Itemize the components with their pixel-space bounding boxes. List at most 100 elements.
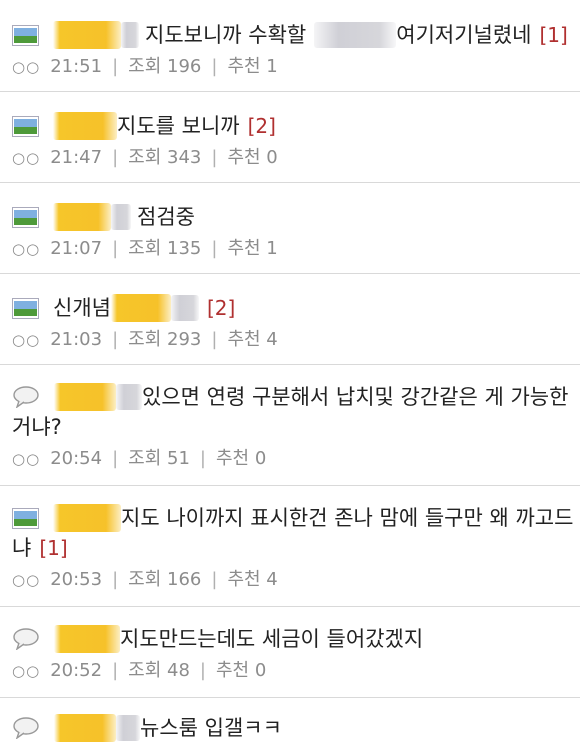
status-dots: ○○ xyxy=(12,240,41,258)
blurred-nickname xyxy=(53,504,121,532)
list-item[interactable]: 지도만드는데도 세금이 들어갔겠지 ○○ 20:52 | 조회 48 | 추천 … xyxy=(0,608,580,698)
speech-bubble-icon xyxy=(12,717,40,740)
image-icon xyxy=(12,24,39,46)
image-icon xyxy=(12,507,39,529)
views-count: 196 xyxy=(167,56,202,77)
post-title-line-2[interactable]: 냐 [1] xyxy=(12,533,580,563)
post-title-continued[interactable]: 냐 xyxy=(12,533,31,563)
list-item[interactable]: 지도보니까 수확할 여기저기널렸네 [1] ○○ 21:51 | 조회 196 … xyxy=(0,0,580,92)
post-title-line[interactable]: 지도만드는데도 세금이 들어갔겠지 xyxy=(12,624,580,654)
blurred-nickname xyxy=(54,625,120,653)
blurred-nickname xyxy=(53,21,121,49)
blurred-nickname xyxy=(53,112,117,140)
post-time: 21:51 xyxy=(50,56,103,77)
status-dots: ○○ xyxy=(12,331,41,349)
post-time: 20:53 xyxy=(50,569,103,590)
list-item[interactable]: 뉴스룸 입갤ㅋㅋ xyxy=(0,699,580,753)
views-count: 293 xyxy=(167,329,202,350)
post-title-continued[interactable]: 거냐? xyxy=(12,412,62,442)
blurred-text xyxy=(121,22,139,48)
post-title[interactable]: 지도 나이까지 표시한건 존나 맘에 들구만 왜 까고드 xyxy=(121,503,573,533)
recommend-label: 추천 xyxy=(227,569,261,590)
post-meta: ○○ 21:03 | 조회 293 | 추천 4 xyxy=(12,327,580,353)
status-dots: ○○ xyxy=(12,571,41,589)
post-title-line[interactable]: 지도 나이까지 표시한건 존나 맘에 들구만 왜 까고드 xyxy=(12,503,580,533)
post-title-line[interactable]: 신개념 [2] xyxy=(12,293,580,323)
views-label: 조회 xyxy=(128,147,162,168)
post-time: 20:54 xyxy=(50,448,103,469)
post-meta: ○○ 20:52 | 조회 48 | 추천 0 xyxy=(12,658,580,684)
recommend-label: 추천 xyxy=(227,147,261,168)
post-time: 21:07 xyxy=(50,238,103,259)
recommend-count: 0 xyxy=(254,660,267,681)
post-title-line-2[interactable]: 거냐? xyxy=(12,412,580,442)
recommend-count: 1 xyxy=(266,56,278,77)
views-label: 조회 xyxy=(128,660,162,681)
post-meta: ○○ 21:51 | 조회 196 | 추천 1 xyxy=(12,54,580,80)
recommend-label: 추천 xyxy=(227,56,261,77)
post-meta: ○○ 20:53 | 조회 166 | 추천 4 xyxy=(12,567,580,593)
blurred-nickname xyxy=(53,203,111,231)
views-label: 조회 xyxy=(128,448,162,469)
status-dots: ○○ xyxy=(12,58,41,76)
post-time: 20:52 xyxy=(50,660,103,681)
speech-bubble-icon xyxy=(12,628,40,651)
views-label: 조회 xyxy=(128,238,162,259)
views-count: 48 xyxy=(167,660,190,681)
views-count: 343 xyxy=(167,147,202,168)
list-item[interactable]: 지도를 보니까 [2] ○○ 21:47 | 조회 343 | 추천 0 xyxy=(0,93,580,183)
reply-count: [2] xyxy=(247,114,276,138)
blurred-text xyxy=(170,295,199,321)
post-list: 지도보니까 수확할 여기저기널렸네 [1] ○○ 21:51 | 조회 196 … xyxy=(0,0,580,753)
status-dots: ○○ xyxy=(12,662,41,680)
post-title[interactable]: 지도를 보니까 xyxy=(117,111,240,141)
post-time: 21:47 xyxy=(50,147,103,168)
image-icon xyxy=(12,206,39,228)
views-count: 166 xyxy=(167,569,202,590)
views-count: 135 xyxy=(167,238,202,259)
views-label: 조회 xyxy=(128,569,162,590)
recommend-label: 추천 xyxy=(215,660,250,681)
reply-count: [1] xyxy=(539,23,568,47)
views-label: 조회 xyxy=(128,56,162,77)
post-title-line[interactable]: 지도를 보니까 [2] xyxy=(12,111,580,141)
list-item[interactable]: 점검중 ○○ 21:07 | 조회 135 | 추천 1 xyxy=(0,184,580,274)
views-label: 조회 xyxy=(128,329,162,350)
post-meta: ○○ 20:54 | 조회 51 | 추천 0 xyxy=(12,446,580,472)
list-item[interactable]: 있으면 연령 구분해서 납치및 강간같은 게 가능한 거냐? ○○ 20:54 … xyxy=(0,366,580,486)
list-item[interactable]: 지도 나이까지 표시한건 존나 맘에 들구만 왜 까고드 냐 [1] ○○ 20… xyxy=(0,487,580,607)
recommend-label: 추천 xyxy=(227,238,261,259)
speech-bubble-icon xyxy=(12,386,40,409)
post-title[interactable]: 신개념 xyxy=(53,293,111,323)
image-icon xyxy=(12,115,39,137)
post-time: 21:03 xyxy=(50,329,103,350)
recommend-label: 추천 xyxy=(215,448,250,469)
post-meta: ○○ 21:07 | 조회 135 | 추천 1 xyxy=(12,236,580,262)
blurred-nickname xyxy=(110,294,171,322)
post-title[interactable]: 뉴스룸 입갤ㅋㅋ xyxy=(140,713,282,743)
status-dots: ○○ xyxy=(12,149,41,167)
recommend-count: 4 xyxy=(266,329,278,350)
post-title[interactable]: 지도보니까 수확할 xyxy=(145,20,306,50)
status-dots: ○○ xyxy=(12,450,41,468)
blurred-nickname xyxy=(54,383,116,411)
recommend-count: 1 xyxy=(266,238,278,259)
recommend-count: 4 xyxy=(266,569,278,590)
post-title-continued[interactable]: 여기저기널렸네 xyxy=(396,20,531,50)
blurred-text xyxy=(116,384,142,410)
recommend-count: 0 xyxy=(266,147,278,168)
reply-count: [2] xyxy=(206,296,236,320)
reply-count: [1] xyxy=(39,536,68,560)
post-title[interactable]: 지도만드는데도 세금이 들어갔겠지 xyxy=(120,624,423,654)
post-title[interactable]: 점검중 xyxy=(137,202,195,232)
post-title[interactable]: 있으면 연령 구분해서 납치및 강간같은 게 가능한 xyxy=(142,382,568,412)
post-meta: ○○ 21:47 | 조회 343 | 추천 0 xyxy=(12,145,580,171)
blurred-text xyxy=(314,22,397,48)
post-title-line[interactable]: 지도보니까 수확할 여기저기널렸네 [1] xyxy=(12,20,580,50)
post-title-line[interactable]: 있으면 연령 구분해서 납치및 강간같은 게 가능한 xyxy=(12,382,580,412)
list-item[interactable]: 신개념 [2] ○○ 21:03 | 조회 293 | 추천 4 xyxy=(0,275,580,365)
recommend-label: 추천 xyxy=(227,329,261,350)
post-title-line[interactable]: 뉴스룸 입갤ㅋㅋ xyxy=(12,713,580,743)
post-title-line[interactable]: 점검중 xyxy=(12,202,580,232)
recommend-count: 0 xyxy=(254,448,267,469)
